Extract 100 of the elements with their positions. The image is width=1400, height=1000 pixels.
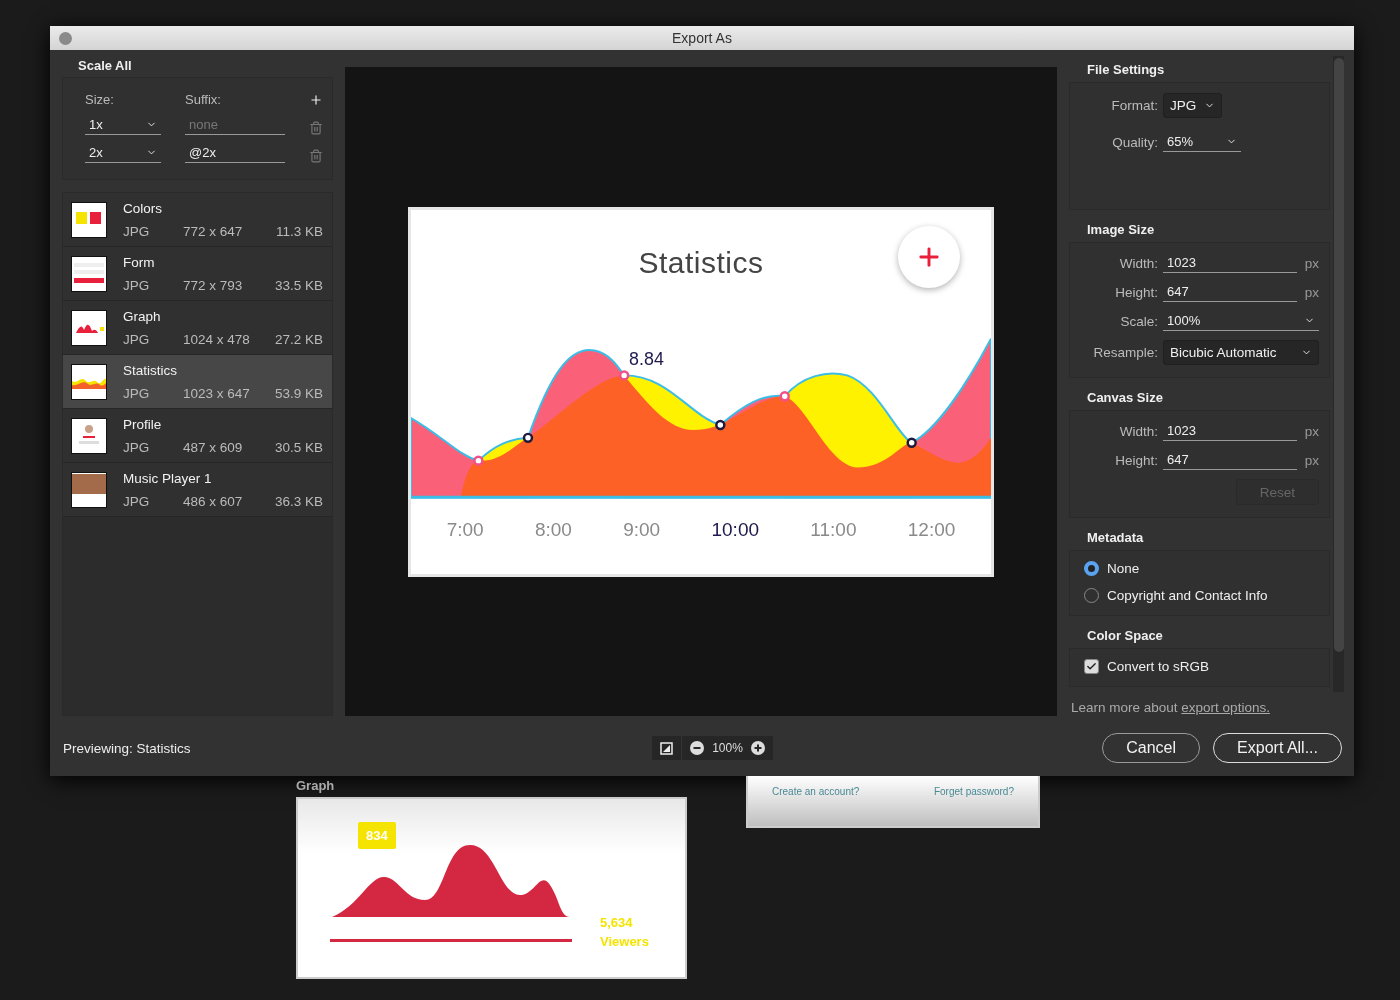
asset-item[interactable]: Graph JPG 1024 x 478 27.2 KB xyxy=(63,301,332,355)
check-icon xyxy=(1086,661,1097,672)
field-label: Width: xyxy=(1118,255,1158,271)
unit-label: px xyxy=(1303,452,1319,468)
asset-item[interactable]: Colors JPG 772 x 647 11.3 KB xyxy=(63,193,332,247)
asset-format: JPG xyxy=(123,223,151,239)
asset-file-size: 27.2 KB xyxy=(274,331,323,347)
section-title: Canvas Size xyxy=(1086,389,1164,407)
data-point xyxy=(779,390,790,401)
data-point xyxy=(618,369,630,381)
field-label: Scale: xyxy=(1119,313,1158,329)
field-label: Height: xyxy=(1114,284,1158,300)
artboard-label: Graph xyxy=(296,777,336,795)
asset-dimensions: 772 x 647 xyxy=(183,223,244,239)
asset-dimensions: 1024 x 478 xyxy=(183,331,251,347)
section-title: Color Space xyxy=(1086,627,1164,645)
asset-item[interactable]: Music Player 1 JPG 486 x 607 36.3 KB xyxy=(63,463,332,517)
input-field[interactable]: 647 xyxy=(1163,450,1297,470)
time-label: 9:00 xyxy=(623,518,661,541)
asset-name: Music Player 1 xyxy=(123,470,213,486)
suffix-field[interactable]: none xyxy=(185,115,285,135)
time-label: 11:00 xyxy=(810,518,857,541)
time-label: 10:00 xyxy=(711,518,760,541)
zoom-in-icon xyxy=(750,741,765,755)
export-options-link[interactable]: export options. xyxy=(1181,700,1270,715)
window-title: Export As xyxy=(671,30,733,46)
asset-dimensions: 772 x 793 xyxy=(183,277,244,293)
asset-item[interactable]: Profile JPG 487 x 609 30.5 KB xyxy=(63,409,332,463)
unit-label: px xyxy=(1303,423,1319,439)
section-title: Image Size xyxy=(1086,221,1156,239)
unit-label: px xyxy=(1303,284,1319,300)
form-link[interactable]: Create an account? xyxy=(772,786,860,826)
time-label: 12:00 xyxy=(907,518,956,541)
suffix-field[interactable]: @2x xyxy=(185,143,285,163)
close-button[interactable] xyxy=(59,31,72,45)
learn-more-text: Learn more about xyxy=(1071,700,1178,715)
asset-name: Graph xyxy=(123,308,162,324)
asset-name: Form xyxy=(123,254,156,270)
section-title: Metadata xyxy=(1086,529,1145,547)
radio-label: Copyright and Contact Info xyxy=(1107,588,1268,603)
format-dropdown[interactable]: JPG xyxy=(1163,93,1222,118)
quality-dropdown[interactable]: 65% xyxy=(1163,132,1241,152)
scrollbar-thumb[interactable] xyxy=(1334,58,1344,652)
asset-file-size: 30.5 KB xyxy=(274,439,323,455)
input-field[interactable]: 647 xyxy=(1163,282,1297,302)
preview-title: Statistics xyxy=(638,245,764,280)
asset-file-size: 36.3 KB xyxy=(274,493,323,509)
add-icon[interactable] xyxy=(309,93,323,107)
section-title: Scale All xyxy=(77,57,133,75)
time-label: 8:00 xyxy=(534,518,572,541)
zoom-level: 100% xyxy=(712,741,743,755)
field-label: Width: xyxy=(1118,423,1158,439)
asset-format: JPG xyxy=(123,493,151,509)
data-point xyxy=(473,454,484,466)
asset-item[interactable]: Form JPG 772 x 793 33.5 KB xyxy=(63,247,332,301)
asset-name: Profile xyxy=(123,416,163,432)
value-badge: 834 xyxy=(358,822,396,849)
asset-dimensions: 1023 x 647 xyxy=(183,385,251,401)
radio-label: None xyxy=(1107,561,1140,576)
field-label: Height: xyxy=(1114,452,1158,468)
size-label: Size: xyxy=(85,92,115,107)
form-link[interactable]: Forget password? xyxy=(933,786,1014,826)
scale-dropdown[interactable]: 100% xyxy=(1163,311,1319,331)
size-dropdown[interactable]: 2x xyxy=(85,143,161,163)
asset-format: JPG xyxy=(123,331,151,347)
asset-name: Colors xyxy=(123,200,163,216)
viewer-count: 5,634 xyxy=(600,915,634,930)
asset-file-size: 53.9 KB xyxy=(274,385,323,401)
input-field[interactable]: 1023 xyxy=(1163,421,1297,441)
data-point xyxy=(715,419,726,430)
resample-dropdown[interactable]: Bicubic Automatic xyxy=(1163,340,1319,365)
input-field[interactable]: 1023 xyxy=(1163,253,1297,273)
size-dropdown[interactable]: 1x xyxy=(85,115,161,135)
viewer-label: Viewers xyxy=(600,934,649,949)
value-label: 8.84 xyxy=(629,348,664,369)
photo-placeholder xyxy=(72,473,106,494)
resample-label: Resample: xyxy=(1092,345,1158,360)
asset-format: JPG xyxy=(123,385,151,401)
asset-file-size: 33.5 KB xyxy=(274,277,323,293)
section-title: File Settings xyxy=(1086,61,1166,79)
quality-label: Quality: xyxy=(1111,134,1158,150)
trash-icon[interactable] xyxy=(309,149,323,163)
asset-dimensions: 487 x 609 xyxy=(183,439,244,455)
asset-file-size: 11.3 KB xyxy=(275,223,323,239)
asset-dimensions: 486 x 607 xyxy=(183,493,244,509)
checkbox[interactable] xyxy=(1084,659,1099,674)
time-label: 7:00 xyxy=(446,518,484,541)
zoom-out-icon xyxy=(690,741,705,755)
asset-name: Statistics xyxy=(123,362,178,378)
checkbox-label: Convert to sRGB xyxy=(1107,659,1210,674)
radio-button[interactable] xyxy=(1084,561,1099,576)
trash-icon[interactable] xyxy=(309,121,323,135)
asset-item[interactable]: Statistics JPG 1023 x 647 53.9 KB xyxy=(63,355,332,409)
data-point xyxy=(906,437,917,448)
asset-format: JPG xyxy=(123,439,151,455)
format-label: Format: xyxy=(1110,98,1158,113)
previewing-label: Previewing: Statistics xyxy=(63,740,192,756)
asset-format: JPG xyxy=(123,277,151,293)
fit-icon xyxy=(660,741,674,755)
unit-label: px xyxy=(1303,255,1319,271)
